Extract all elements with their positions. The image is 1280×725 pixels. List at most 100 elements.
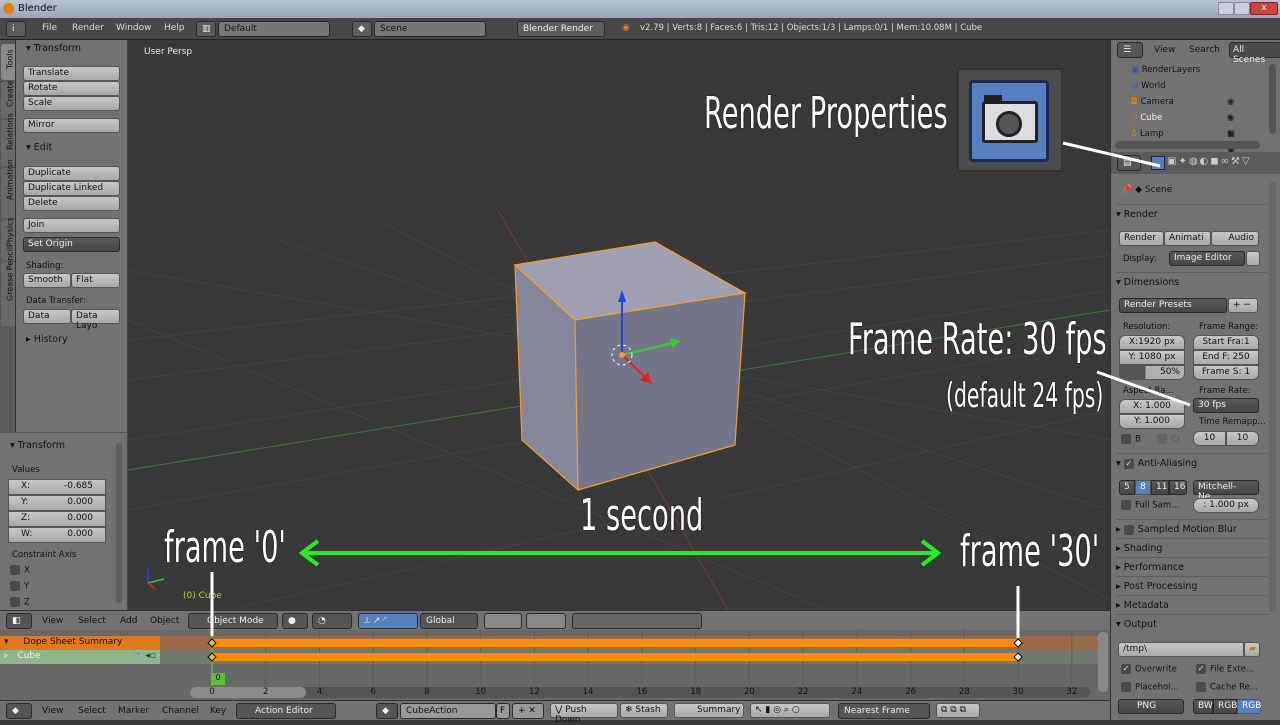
aa-sample-8[interactable]: 8: [1135, 480, 1151, 495]
panel-history-header[interactable]: ▸ History: [26, 334, 68, 345]
aa-filter-select[interactable]: Mitchell-Ne...: [1193, 480, 1259, 502]
constraint-x-checkbox[interactable]: X: [10, 565, 30, 576]
aa-sample-5[interactable]: 5: [1119, 480, 1135, 495]
snap-select[interactable]: Nearest Frame: [838, 703, 930, 719]
menu-file[interactable]: File: [42, 23, 57, 33]
editor-type-button[interactable]: ◆: [6, 703, 32, 719]
orientation-select[interactable]: Global: [420, 613, 478, 629]
duplicate-linked-button[interactable]: Duplicate Linked: [23, 181, 120, 196]
menu-object[interactable]: Object: [150, 616, 179, 626]
menu-channel[interactable]: Channel: [162, 706, 199, 716]
scale-button[interactable]: Scale: [23, 96, 120, 111]
frame-step-field[interactable]: Frame S: 1: [1193, 365, 1259, 380]
menu-render[interactable]: Render: [72, 23, 104, 33]
aspect-x-field[interactable]: X: 1.000: [1119, 399, 1185, 414]
folder-browse-icon[interactable]: ▰: [1244, 642, 1260, 657]
preset-add-remove[interactable]: + −: [1228, 298, 1258, 313]
menu-window[interactable]: Window: [116, 23, 152, 33]
delete-button[interactable]: Delete: [23, 196, 120, 211]
border-checkbox[interactable]: B: [1121, 434, 1141, 445]
lock-interface-button[interactable]: [1246, 251, 1260, 266]
aa-sample-16[interactable]: 16: [1169, 480, 1187, 495]
value-z-field[interactable]: Z: 0.000: [8, 511, 106, 527]
maximize-button[interactable]: [1234, 2, 1250, 15]
outliner-h-scrollbar[interactable]: [1115, 141, 1260, 149]
menu-view[interactable]: View: [1154, 45, 1175, 55]
tab-animation[interactable]: Animation: [1, 159, 15, 218]
menu-key[interactable]: Key: [210, 706, 226, 716]
mode-select[interactable]: Object Mode: [188, 613, 278, 629]
outliner-v-scrollbar[interactable]: [1269, 64, 1276, 134]
filter-buttons[interactable]: ↖ ▮ ◎ ⌕ ○: [750, 703, 830, 718]
fake-user-button[interactable]: F: [496, 703, 510, 719]
operator-scrollbar[interactable]: [116, 443, 122, 603]
context-tabs-icons[interactable]: ▣✦◍◐◼∞⚒▽: [1167, 156, 1252, 167]
output-panel-header[interactable]: ▾ Output: [1116, 614, 1268, 633]
dimensions-panel-header[interactable]: ▾ Dimensions: [1116, 272, 1268, 291]
display-mode-select[interactable]: All Scenes: [1229, 42, 1280, 65]
color-mode-rgba[interactable]: RGB: [1237, 699, 1261, 714]
data-button[interactable]: Data: [23, 309, 71, 324]
action-name-field[interactable]: CubeAction: [400, 703, 496, 719]
summary-toggle[interactable]: Summary: [674, 703, 744, 718]
layers-group-1[interactable]: [484, 613, 522, 629]
resolution-x-field[interactable]: X:1920 px: [1119, 335, 1185, 350]
file-extensions-checkbox[interactable]: ✓ File Exte...: [1196, 664, 1254, 675]
shading-panel-header[interactable]: ▸ Shading: [1116, 538, 1268, 557]
panel-edit-header[interactable]: ▾ Edit: [26, 142, 52, 153]
start-frame-field[interactable]: Start Fra:1: [1193, 335, 1259, 350]
value-y-field[interactable]: Y: 0.000: [8, 495, 106, 511]
scene-icon[interactable]: ◆: [352, 21, 372, 37]
action-browse-button[interactable]: ◆: [376, 703, 398, 719]
aa-sample-11[interactable]: 11: [1151, 480, 1169, 495]
manipulator-toggle[interactable]: ⟂ ↗ ◜: [358, 613, 418, 629]
metadata-panel-header[interactable]: ▸ Metadata: [1116, 595, 1268, 614]
flat-button[interactable]: Flat: [71, 273, 120, 288]
shading-select[interactable]: ●: [282, 613, 308, 629]
filter-size-field[interactable]: : 1.000 px: [1193, 498, 1259, 513]
push-down-button[interactable]: ⋁ Push Down: [550, 703, 618, 725]
color-mode-rgb[interactable]: RGB: [1213, 699, 1237, 714]
layers-group-2[interactable]: [526, 613, 566, 629]
output-path-field[interactable]: /tmp\: [1118, 642, 1244, 657]
aspect-y-field[interactable]: Y: 1.000: [1119, 414, 1185, 429]
editor-mode-select[interactable]: Action Editor: [236, 703, 336, 719]
color-mode-bw[interactable]: BW: [1193, 699, 1213, 714]
performance-panel-header[interactable]: ▸ Performance: [1116, 557, 1268, 576]
menu-help[interactable]: Help: [164, 23, 185, 33]
layout-selector[interactable]: Default: [218, 21, 330, 37]
rotate-button[interactable]: Rotate: [23, 81, 120, 96]
outliner-item-world[interactable]: ◍ World: [1131, 78, 1200, 94]
constraint-y-checkbox[interactable]: Y: [10, 581, 29, 592]
dope-sheet[interactable]: ▾ Dope Sheet Summary ▹ Cube 🔧◂▫ 0 2 4 6 8 10 12…: [0, 630, 1110, 700]
close-button[interactable]: x: [1250, 2, 1278, 15]
value-w-field[interactable]: W: 0.000: [8, 527, 106, 543]
properties-scrollbar[interactable]: [1269, 182, 1276, 612]
operator-title[interactable]: ▾ Transform: [10, 440, 65, 451]
data-layout-button[interactable]: Data Layo: [71, 309, 120, 331]
new-unlink-buttons[interactable]: + ✕: [512, 703, 544, 719]
constraint-z-checkbox[interactable]: Z: [10, 597, 30, 608]
editor-type-button[interactable]: ☰: [1117, 42, 1143, 58]
editor-type-button[interactable]: ◧: [6, 613, 32, 629]
stash-button[interactable]: ❄ Stash: [620, 703, 668, 718]
remap-old-field[interactable]: 10: [1193, 431, 1226, 446]
resolution-percentage-slider[interactable]: 50%: [1119, 365, 1185, 380]
render-tab-camera-icon[interactable]: [1151, 156, 1165, 170]
render-button[interactable]: Render: [1119, 231, 1164, 246]
snapping-tools[interactable]: [572, 613, 702, 629]
menu-select[interactable]: Select: [78, 706, 106, 716]
end-frame-field[interactable]: End F: 250: [1193, 350, 1259, 365]
set-origin-select[interactable]: Set Origin: [23, 237, 120, 252]
render-panel-header[interactable]: ▾ Render: [1116, 204, 1268, 223]
menu-marker[interactable]: Marker: [118, 706, 149, 716]
editor-type-button[interactable]: ▤: [1117, 155, 1141, 171]
placeholders-checkbox[interactable]: Placehol...: [1121, 682, 1179, 693]
pivot-select[interactable]: ◔: [312, 613, 352, 629]
outliner-item-lamp[interactable]: ♁ Lamp◉ ↖ ▣: [1131, 126, 1235, 171]
resolution-y-field[interactable]: Y: 1080 px: [1119, 350, 1185, 365]
render-engine-select[interactable]: Blender Render: [517, 21, 605, 37]
menu-view[interactable]: View: [42, 706, 63, 716]
render-presets-select[interactable]: Render Presets: [1119, 298, 1227, 313]
audio-button[interactable]: Audio: [1211, 231, 1259, 246]
